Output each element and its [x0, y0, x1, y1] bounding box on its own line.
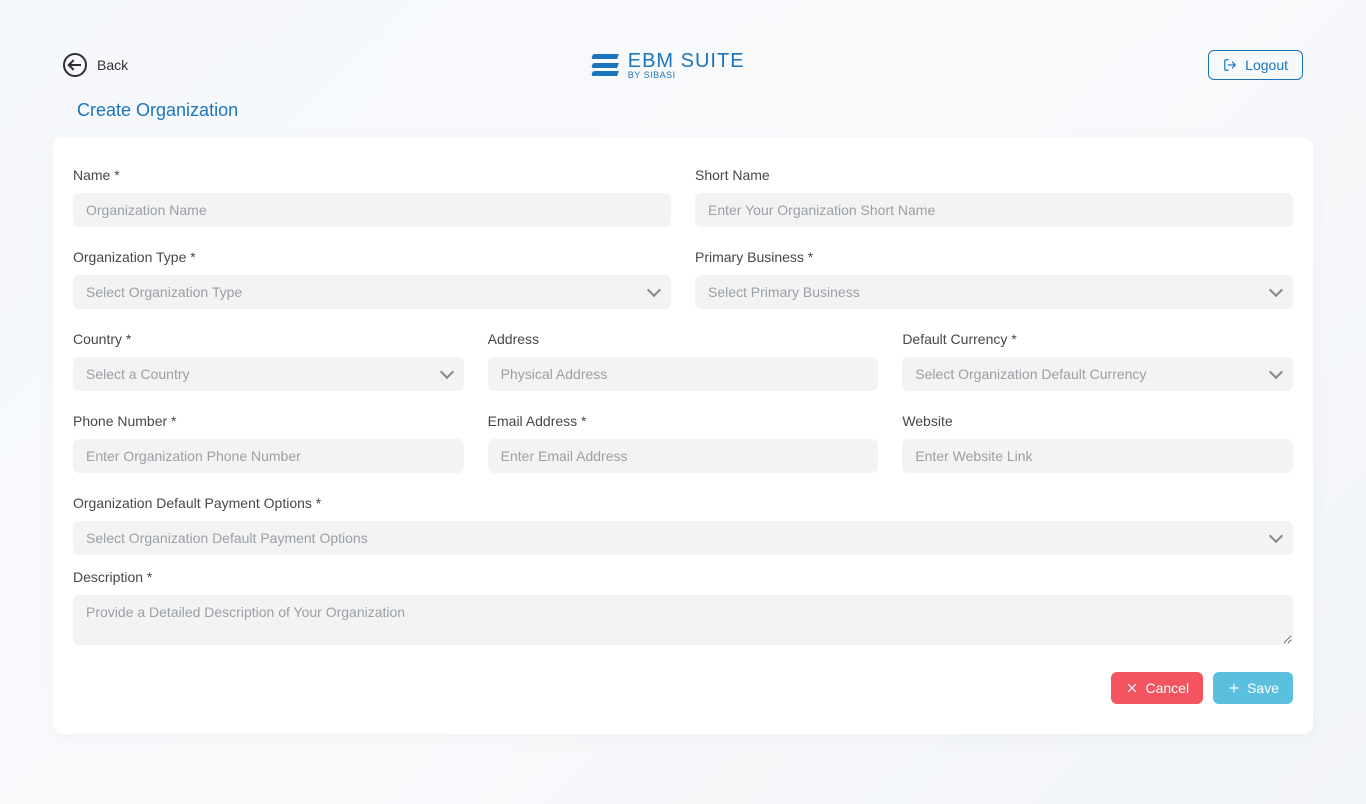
- address-input[interactable]: [488, 357, 879, 391]
- cancel-label: Cancel: [1145, 680, 1189, 696]
- logout-button[interactable]: Logout: [1208, 50, 1303, 80]
- save-label: Save: [1247, 680, 1279, 696]
- form-card: Name * Short Name Organization Type * Se…: [53, 137, 1313, 734]
- brand-main-text: EBM SUITE: [628, 51, 745, 71]
- country-select[interactable]: Select a Country: [73, 357, 464, 391]
- page-title: Create Organization: [77, 100, 1313, 121]
- email-input[interactable]: [488, 439, 879, 473]
- description-textarea[interactable]: [73, 595, 1293, 645]
- website-label: Website: [902, 413, 1293, 429]
- back-button[interactable]: Back: [63, 53, 128, 77]
- topbar: Back EBM SUITE BY SIBASI Logout: [53, 0, 1313, 100]
- phone-label: Phone Number *: [73, 413, 464, 429]
- default-currency-select[interactable]: Select Organization Default Currency: [902, 357, 1293, 391]
- email-label: Email Address *: [488, 413, 879, 429]
- back-arrow-icon: [63, 53, 87, 77]
- save-button[interactable]: Save: [1213, 672, 1293, 704]
- short-name-label: Short Name: [695, 167, 1293, 183]
- payment-options-label: Organization Default Payment Options *: [73, 495, 1293, 511]
- primary-business-select[interactable]: Select Primary Business: [695, 275, 1293, 309]
- country-label: Country *: [73, 331, 464, 347]
- back-label: Back: [97, 57, 128, 73]
- phone-input[interactable]: [73, 439, 464, 473]
- brand-logo-icon: [592, 54, 618, 76]
- org-type-select[interactable]: Select Organization Type: [73, 275, 671, 309]
- cancel-button[interactable]: Cancel: [1111, 672, 1203, 704]
- address-label: Address: [488, 331, 879, 347]
- website-input[interactable]: [902, 439, 1293, 473]
- brand-logo: EBM SUITE BY SIBASI: [592, 51, 745, 80]
- name-input[interactable]: [73, 193, 671, 227]
- payment-options-select[interactable]: Select Organization Default Payment Opti…: [73, 521, 1293, 555]
- brand-sub-text: BY SIBASI: [628, 71, 745, 80]
- default-currency-label: Default Currency *: [902, 331, 1293, 347]
- close-icon: [1125, 681, 1139, 695]
- logout-label: Logout: [1245, 57, 1288, 73]
- org-type-label: Organization Type *: [73, 249, 671, 265]
- form-actions: Cancel Save: [73, 672, 1293, 704]
- logout-icon: [1223, 58, 1237, 72]
- description-label: Description *: [73, 569, 1293, 585]
- short-name-input[interactable]: [695, 193, 1293, 227]
- name-label: Name *: [73, 167, 671, 183]
- primary-business-label: Primary Business *: [695, 249, 1293, 265]
- plus-icon: [1227, 681, 1241, 695]
